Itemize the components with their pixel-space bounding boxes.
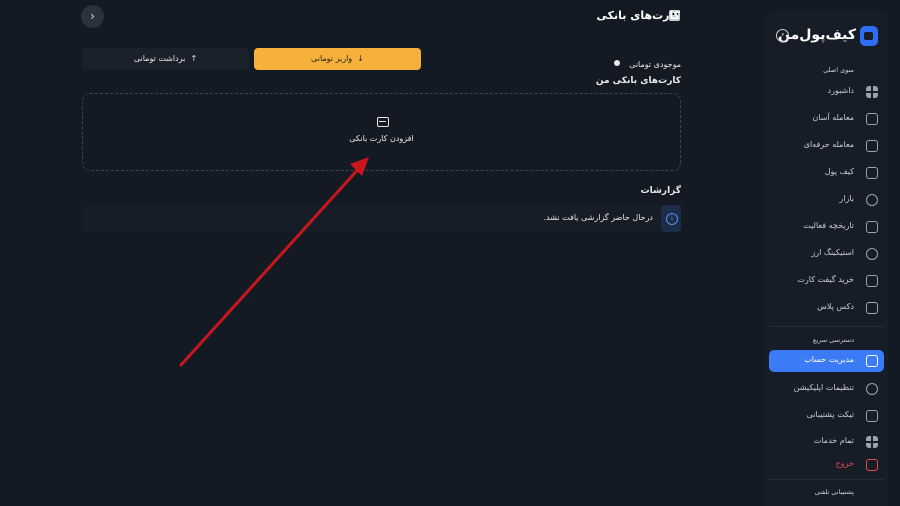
deposit-label: واریز تومانی	[311, 54, 353, 63]
gift-card-icon	[866, 275, 878, 287]
account-icon	[866, 355, 878, 367]
sidebar-item-staking[interactable]: استیکینگ ارز	[769, 243, 884, 265]
phone-support-title: پشتیبانی تلفنی	[814, 488, 854, 496]
add-bank-card-button[interactable]: افزودن کارت بانکی	[82, 93, 681, 171]
wallet-icon	[866, 167, 878, 179]
sidebar-item-label: کیف پول	[824, 167, 854, 176]
my-bank-cards-heading: کارت‌های بانکی من	[595, 76, 681, 86]
sidebar-item-logout[interactable]: خروج	[769, 454, 884, 476]
arrow-up-icon: ↑	[190, 54, 198, 63]
annotation-arrow-shaft	[179, 163, 364, 367]
sidebar-item-label: معامله آسان	[812, 113, 854, 122]
reports-heading: گزارشات	[640, 186, 681, 196]
sidebar-item-label: دکس پلاس	[817, 302, 854, 311]
balance-label: موجودی تومانی	[629, 60, 681, 69]
reports-empty-state: درحال حاضر گزارشی یافت نشد.	[82, 205, 681, 232]
sidebar-item-label: خرید گیفت کارت	[797, 275, 854, 284]
sidebar-item-label: تاریخچه فعالیت	[803, 221, 854, 230]
brand-logo-icon	[860, 26, 878, 46]
dashboard-grid-icon	[866, 86, 878, 98]
sidebar-item-label: استیکینگ ارز	[811, 248, 854, 257]
sidebar-divider	[769, 479, 884, 480]
logout-icon	[866, 459, 878, 471]
sidebar-divider	[769, 326, 884, 327]
sidebar-item-gift-card[interactable]: خرید گیفت کارت	[769, 270, 884, 292]
sidebar: کیف‌پول‌من ‹ منوی اصلی داشبورد معامله آس…	[766, 10, 888, 506]
sidebar-item-label: داشبورد	[827, 86, 854, 95]
add-card-label: افزودن کارت بانکی	[349, 134, 414, 143]
dex-plus-icon	[866, 302, 878, 314]
arrow-down-icon: ↓	[357, 54, 364, 63]
brand-name: کیف‌پول‌من	[778, 27, 856, 43]
sidebar-item-label: معامله حرفه‌ای	[803, 140, 854, 149]
back-button[interactable]: ‹	[81, 5, 104, 28]
info-icon	[661, 205, 681, 232]
services-grid-icon	[866, 436, 878, 448]
sidebar-item-support-ticket[interactable]: تیکت پشتیبانی	[769, 405, 884, 427]
sidebar-item-label: مدیریت حساب	[804, 355, 854, 364]
app-window: کیف‌پول‌من ‹ منوی اصلی داشبورد معامله آس…	[0, 0, 900, 506]
sidebar-item-label: تمام خدمات	[813, 436, 854, 445]
sidebar-item-dashboard[interactable]: داشبورد	[769, 81, 884, 103]
withdraw-label: برداشت تومانی	[133, 54, 186, 63]
sidebar-item-history[interactable]: تاریخچه فعالیت	[769, 216, 884, 238]
sidebar-item-pro-trade[interactable]: معامله حرفه‌ای	[769, 135, 884, 157]
main-menu-title: منوی اصلی	[823, 66, 854, 74]
ticket-icon	[866, 410, 878, 422]
add-card-icon	[377, 117, 389, 127]
balance-dot-icon	[614, 59, 621, 66]
sidebar-item-app-settings[interactable]: تنظیمات اپلیکیشن	[769, 378, 884, 400]
settings-icon	[866, 383, 878, 395]
sidebar-item-label: تیکت پشتیبانی	[806, 410, 854, 419]
deposit-toman-button[interactable]: ↓ واریز تومانی	[254, 48, 421, 70]
sidebar-item-easy-trade[interactable]: معامله آسان	[769, 108, 884, 130]
sidebar-item-label: بازار	[839, 194, 854, 203]
brand: کیف‌پول‌من ‹	[776, 26, 878, 48]
withdraw-toman-button[interactable]: ↑ برداشت تومانی	[82, 48, 249, 70]
quick-access-title: دسترسی سریع	[812, 336, 854, 344]
sidebar-item-label: تنظیمات اپلیکیشن	[793, 383, 854, 392]
sidebar-collapse-button[interactable]: ‹	[776, 29, 789, 42]
reports-empty-text: درحال حاضر گزارشی یافت نشد.	[543, 213, 653, 222]
sidebar-item-market[interactable]: بازار	[769, 189, 884, 211]
sidebar-item-dex-plus[interactable]: دکس پلاس	[769, 297, 884, 319]
page-title: کارت‌های بانکی	[596, 9, 681, 22]
annotation-arrow	[179, 157, 369, 367]
sidebar-item-wallet[interactable]: کیف پول	[769, 162, 884, 184]
pro-trade-icon	[866, 140, 878, 152]
easy-trade-icon	[866, 113, 878, 125]
sidebar-item-all-services[interactable]: تمام خدمات	[769, 431, 884, 453]
staking-icon	[866, 248, 878, 260]
sidebar-item-account-management[interactable]: مدیریت حساب	[769, 350, 884, 372]
toman-balance: موجودی تومانی	[614, 52, 681, 69]
logout-label: خروج	[835, 459, 854, 468]
history-icon	[866, 221, 878, 233]
market-icon	[866, 194, 878, 206]
